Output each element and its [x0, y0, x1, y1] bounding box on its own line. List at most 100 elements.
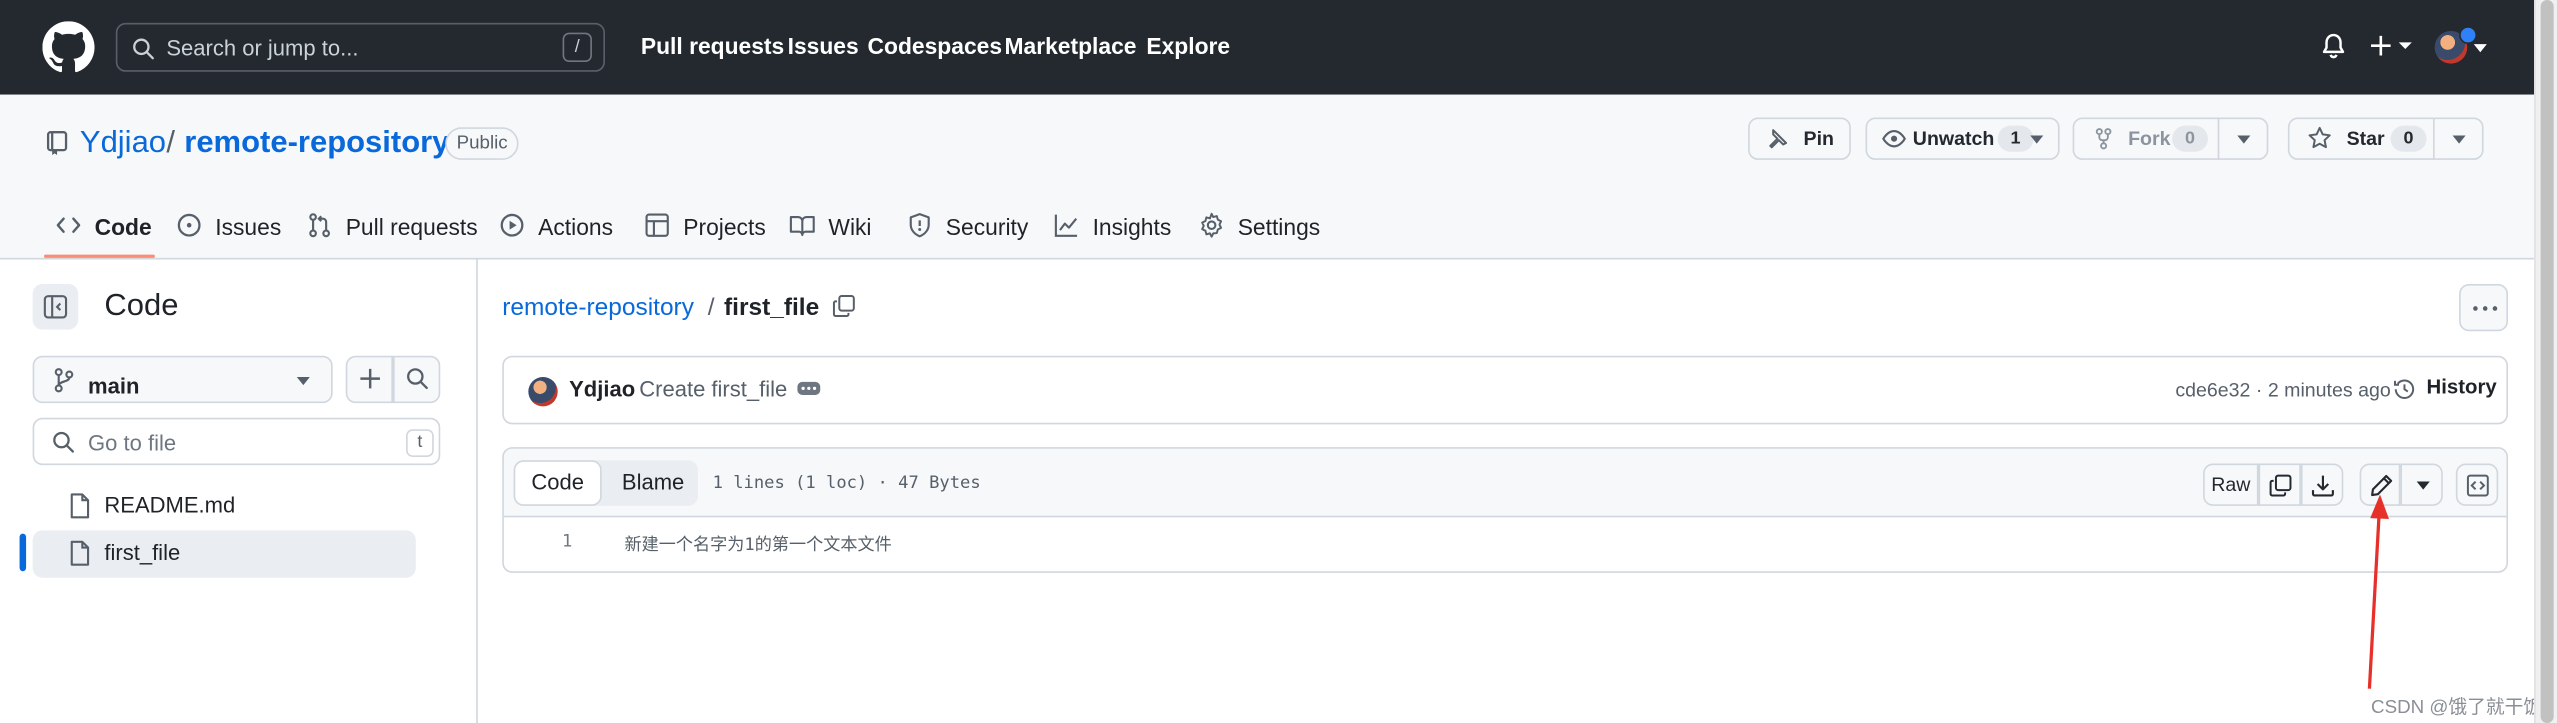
annotation-arrow	[2348, 490, 2397, 694]
commit-details-toggle[interactable]	[797, 381, 821, 395]
repo-owner-link[interactable]: Ydjiao	[80, 126, 166, 162]
pin-label: Pin	[1803, 127, 1835, 151]
search-icon	[132, 38, 155, 61]
star-icon	[2307, 126, 2331, 150]
chevron-down-icon	[2030, 135, 2044, 144]
search-shortcut-key: /	[562, 32, 592, 63]
sidebar-collapse-icon	[42, 294, 68, 320]
status-dot	[2459, 26, 2478, 45]
visibility-badge: Public	[445, 127, 520, 160]
symbols-panel-button[interactable]	[2455, 463, 2499, 506]
tab-label: Code	[94, 213, 152, 240]
commit-sha-and-time[interactable]: cde6e32 · 2 minutes ago	[2175, 379, 2390, 402]
create-new-menu[interactable]	[2369, 33, 2415, 59]
bell-icon[interactable]	[2320, 33, 2346, 61]
scrollbar-thumb[interactable]	[2540, 0, 2554, 723]
pin-button[interactable]: Pin	[1748, 117, 1851, 160]
watermark: CSDN @饿了就干饭	[2371, 698, 2543, 719]
search-input[interactable]: Search or jump to... /	[115, 22, 605, 72]
search-placeholder: Search or jump to...	[166, 35, 359, 61]
tab-label: Wiki	[828, 213, 872, 240]
global-header: Search or jump to... / Pull requests Iss…	[0, 0, 2535, 95]
shield-icon	[907, 212, 933, 238]
nav-marketplace[interactable]: Marketplace	[1005, 33, 1137, 59]
file-name: first_file	[104, 540, 181, 565]
code-view-button[interactable]: Code	[513, 460, 602, 506]
breadcrumb-repo-link[interactable]: remote-repository	[502, 294, 694, 322]
star-button[interactable]: Star 0	[2287, 117, 2435, 160]
issue-icon	[176, 212, 202, 238]
book-icon	[789, 212, 815, 238]
raw-button[interactable]: Raw	[2203, 463, 2259, 506]
breadcrumb-separator: /	[707, 293, 715, 322]
file-viewer: Code Blame 1 lines (1 loc) · 47 Bytes Ra…	[502, 447, 2509, 573]
search-icon	[52, 431, 75, 454]
download-icon	[2311, 473, 2335, 497]
file-icon	[68, 493, 91, 519]
github-logo-icon[interactable]	[42, 21, 95, 73]
chevron-down-icon	[296, 376, 310, 386]
avatar[interactable]	[528, 376, 558, 407]
file-tree-item-first-file[interactable]: first_file	[32, 530, 416, 578]
tab-label: Insights	[1092, 213, 1172, 240]
breadcrumb-file-name: first_file	[724, 293, 820, 322]
download-raw-button[interactable]	[2300, 463, 2344, 506]
repo-icon	[46, 131, 69, 157]
copy-path-icon[interactable]	[832, 294, 856, 318]
fork-count: 0	[2172, 125, 2208, 152]
nav-explore[interactable]: Explore	[1146, 33, 1230, 59]
selected-tab-indicator	[44, 254, 155, 258]
commit-author-link[interactable]: Ydjiao	[569, 377, 635, 401]
play-icon	[499, 212, 525, 238]
star-lists-button[interactable]	[2433, 117, 2484, 160]
go-to-file-input[interactable]: Go to file t	[32, 417, 441, 466]
copy-icon	[2268, 473, 2292, 497]
unwatch-button[interactable]: Unwatch 1	[1865, 117, 2060, 160]
chevron-down-icon[interactable]	[2473, 44, 2487, 53]
line-number[interactable]: 1	[540, 532, 572, 552]
sidebar-title: Code	[104, 288, 179, 324]
repo-name-link[interactable]: remote-repository	[184, 126, 449, 162]
tab-label: Projects	[683, 213, 766, 240]
commit-message-link[interactable]: Create first_file	[639, 377, 787, 401]
nav-pull-requests[interactable]: Pull requests	[641, 33, 784, 59]
nav-codespaces[interactable]: Codespaces	[868, 33, 1003, 59]
table-icon	[644, 212, 670, 238]
star-label: Star	[2346, 127, 2385, 151]
file-name: README.md	[104, 492, 236, 518]
file-viewer-header: Code Blame 1 lines (1 loc) · 47 Bytes Ra…	[503, 448, 2507, 518]
add-file-button[interactable]	[345, 355, 393, 404]
fork-button[interactable]: Fork 0	[2072, 117, 2220, 160]
file-info: 1 lines (1 loc) · 47 Bytes	[712, 473, 981, 493]
kebab-horizontal-icon	[2472, 305, 2498, 312]
code-icon	[55, 212, 81, 238]
watch-count: 1	[1997, 125, 2034, 152]
copy-raw-button[interactable]	[2258, 463, 2301, 506]
edit-options-button[interactable]	[2400, 463, 2443, 506]
repo-separator: /	[166, 125, 175, 160]
search-icon	[406, 367, 429, 390]
file-icon	[68, 540, 91, 566]
chevron-down-icon	[2416, 481, 2430, 490]
nav-issues[interactable]: Issues	[788, 33, 859, 59]
tab-label: Settings	[1237, 213, 1321, 240]
blame-view-button[interactable]: Blame	[608, 460, 698, 506]
fork-label: Fork	[2128, 127, 2171, 151]
eye-icon	[1882, 127, 1906, 150]
file-tree-item-readme[interactable]: README.md	[33, 483, 416, 530]
graph-icon	[1053, 212, 1079, 238]
fork-options-button[interactable]	[2217, 117, 2269, 160]
branch-name: main	[88, 373, 140, 399]
history-icon	[2392, 377, 2416, 401]
fork-icon	[2094, 127, 2114, 150]
branch-icon	[52, 367, 75, 393]
collapse-sidebar-button[interactable]	[32, 283, 79, 330]
page-scrollbar[interactable]	[2534, 0, 2557, 723]
branch-selector[interactable]: main	[32, 355, 333, 404]
star-count: 0	[2390, 125, 2427, 152]
go-to-file-placeholder: Go to file	[88, 430, 177, 456]
tab-label: Security	[945, 213, 1029, 240]
tab-label: Issues	[215, 213, 282, 240]
search-files-button[interactable]	[392, 355, 441, 404]
more-options-button[interactable]	[2459, 283, 2509, 332]
